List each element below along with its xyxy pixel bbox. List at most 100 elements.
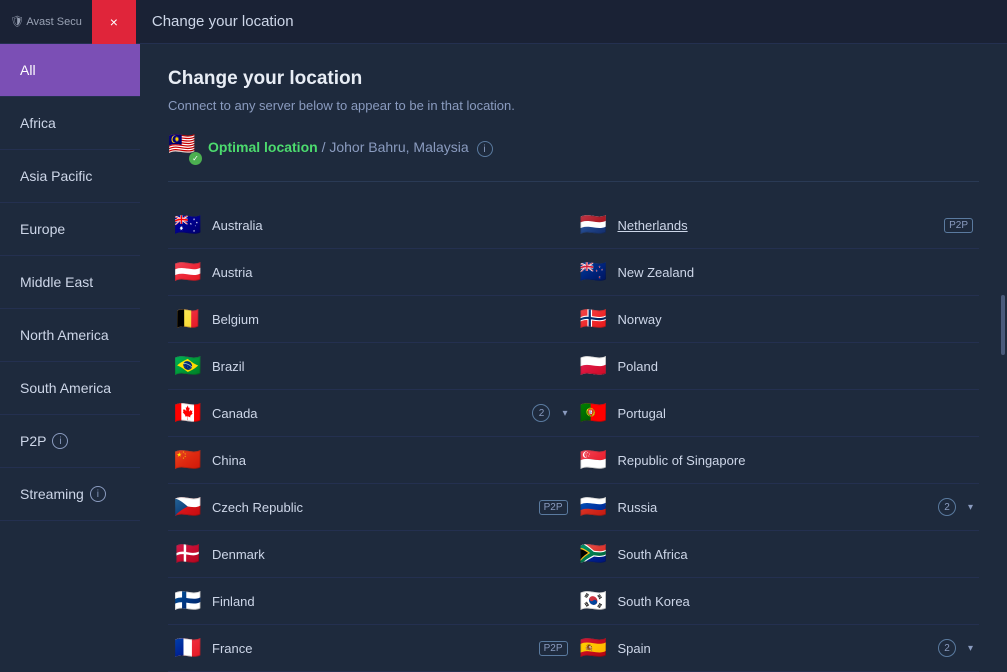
country-name: New Zealand [618,265,974,280]
country-flag: 🇦🇹 [174,259,202,285]
scrollbar-indicator [1001,295,1005,355]
country-name: Canada [212,406,518,421]
page-subtitle: Connect to any server below to appear to… [168,98,979,113]
country-item[interactable]: 🇷🇺Russia2▾ [574,484,980,531]
sidebar-item-text: Streaming [20,486,84,502]
country-item[interactable]: 🇨🇦 Canada 2 ▾ [168,390,574,437]
country-name: Norway [618,312,974,327]
sidebar-item-south-america[interactable]: South America [0,362,140,415]
country-name: Finland [212,594,568,609]
sidebar-item-label: North America [20,327,120,343]
country-flag: 🇳🇱 [580,212,608,238]
country-name: Czech Republic [212,500,525,515]
title-bar: 🛡 Avast Secu × Change your location [0,0,1007,44]
optimal-label: Optimal location [208,139,318,155]
country-name: Portugal [618,406,974,421]
country-name: Belgium [212,312,568,327]
chevron-down-icon[interactable]: ▾ [968,643,973,654]
country-item[interactable]: 🇵🇹 Portugal [574,390,980,437]
optimal-info-icon[interactable]: i [477,141,493,157]
country-item[interactable]: 🇧🇪 Belgium [168,296,574,343]
country-name: Austria [212,265,568,280]
sidebar-item-text: Asia Pacific [20,168,92,184]
country-flag: 🇿🇦 [580,541,608,567]
country-name: Brazil [212,359,568,374]
info-icon[interactable]: i [52,433,68,449]
country-item[interactable]: 🇫🇮 Finland [168,578,574,625]
close-button[interactable]: × [92,0,136,44]
country-flag: 🇵🇹 [580,400,608,426]
country-flag: 🇧🇪 [174,306,202,332]
country-name: France [212,641,525,656]
sidebar-item-africa[interactable]: Africa [0,97,140,150]
sidebar-item-label: Asia Pacific [20,168,120,184]
main-layout: All Africa Asia Pacific Europe Middle East No… [0,44,1007,672]
country-item[interactable]: 🇳🇿 New Zealand [574,249,980,296]
country-name: South Korea [618,594,974,609]
count-badge: 2 [938,498,956,516]
sidebar-item-text: P2P [20,433,46,449]
countries-grid: 🇦🇺 Australia 🇳🇱 Netherlands P2P 🇦🇹 Austria 🇳🇿 Ne… [168,202,979,672]
country-flag: 🇨🇦 [174,400,202,426]
country-item[interactable]: 🇦🇹 Austria [168,249,574,296]
sidebar-item-text: South America [20,380,111,396]
country-name: Denmark [212,547,568,562]
country-flag: 🇨🇿 [174,494,202,520]
content-area: Change your location Connect to any serv… [140,44,1007,672]
sidebar-item-europe[interactable]: Europe [0,203,140,256]
country-item[interactable]: 🇫🇷 France P2P [168,625,574,672]
p2p-badge: P2P [539,641,568,656]
country-flag: 🇫🇷 [174,635,202,661]
country-flag: 🇳🇿 [580,259,608,285]
country-item[interactable]: 🇿🇦 South Africa [574,531,980,578]
optimal-city: Johor Bahru, Malaysia [329,139,468,155]
country-item[interactable]: 🇳🇱NetherlandsP2P [574,202,980,249]
sidebar-item-text: Middle East [20,274,93,290]
count-badge: 2 [938,639,956,657]
app-logo: 🛡 Avast Secu [0,15,92,28]
sidebar-item-text: Europe [20,221,65,237]
sidebar-item-streaming[interactable]: Streaming i [0,468,140,521]
country-name: South Africa [618,547,974,562]
chevron-down-icon[interactable]: ▾ [562,408,567,419]
p2p-badge: P2P [539,500,568,515]
sidebar-item-text: Africa [20,115,56,131]
country-name: Poland [618,359,974,374]
country-name: Spain [618,641,924,656]
check-badge: ✓ [189,152,202,165]
country-item[interactable]: 🇨🇿 Czech Republic P2P [168,484,574,531]
country-item[interactable]: 🇨🇳China [168,437,574,484]
count-badge: 2 [532,404,550,422]
country-flag: 🇰🇷 [580,588,608,614]
country-item[interactable]: 🇸🇬Republic of Singapore [574,437,980,484]
sidebar-item-middle-east[interactable]: Middle East [0,256,140,309]
country-flag: 🇫🇮 [174,588,202,614]
dialog-title: Change your location [136,13,294,30]
sidebar-item-asia-pacific[interactable]: Asia Pacific [0,150,140,203]
country-item[interactable]: 🇧🇷Brazil [168,343,574,390]
sidebar-item-text: North America [20,327,109,343]
sidebar-item-north-america[interactable]: North America [0,309,140,362]
page-title: Change your location [168,68,979,90]
optimal-location[interactable]: 🇲🇾 ✓ Optimal location / Johor Bahru, Mal… [168,133,979,182]
sidebar-item-p2p[interactable]: P2P i [0,415,140,468]
country-flag: 🇩🇰 [174,541,202,567]
country-name: Netherlands [618,218,931,233]
chevron-down-icon[interactable]: ▾ [968,502,973,513]
optimal-text: Optimal location / Johor Bahru, Malaysia… [208,139,493,158]
country-item[interactable]: 🇵🇱Poland [574,343,980,390]
info-icon[interactable]: i [90,486,106,502]
country-flag: 🇷🇺 [580,494,608,520]
country-item[interactable]: 🇦🇺 Australia [168,202,574,249]
country-item[interactable]: 🇪🇸Spain2▾ [574,625,980,672]
sidebar-item-all[interactable]: All [0,44,140,97]
country-item[interactable]: 🇰🇷 South Korea [574,578,980,625]
country-name: Australia [212,218,568,233]
country-flag: 🇦🇺 [174,212,202,238]
country-item[interactable]: 🇩🇰 Denmark [168,531,574,578]
sidebar-item-label: South America [20,380,120,396]
sidebar: All Africa Asia Pacific Europe Middle East No… [0,44,140,672]
sidebar-item-label: Streaming i [20,486,120,502]
sidebar-item-label: P2P i [20,433,120,449]
country-item[interactable]: 🇳🇴Norway [574,296,980,343]
